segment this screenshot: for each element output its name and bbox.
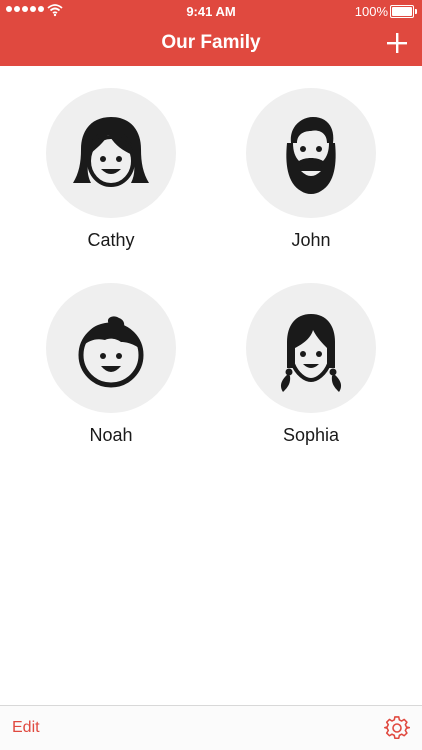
plus-icon — [387, 33, 407, 53]
avatar — [46, 283, 176, 413]
navigation-bar: Our Family — [0, 22, 422, 66]
member-card-noah[interactable]: Noah — [26, 283, 196, 446]
battery-percentage: 100% — [354, 4, 388, 19]
member-name: Noah — [89, 425, 133, 445]
edit-button[interactable]: Edit — [12, 719, 40, 737]
gear-icon — [384, 716, 410, 740]
woman-avatar-icon — [73, 117, 149, 187]
member-card-john[interactable]: John — [226, 88, 396, 251]
avatar — [46, 88, 176, 218]
member-name: Sophia — [282, 425, 340, 445]
add-member-button[interactable] — [384, 30, 410, 56]
member-card-sophia[interactable]: Sophia — [226, 283, 396, 446]
bearded-man-avatar-icon — [286, 117, 336, 194]
avatar — [246, 283, 376, 413]
bottom-toolbar: Edit — [0, 705, 422, 750]
member-card-cathy[interactable]: Cathy — [26, 88, 196, 251]
girl-pigtails-avatar-icon — [280, 314, 342, 392]
status-bar: 9:41 AM 100% — [0, 0, 422, 22]
member-name: John — [291, 230, 331, 250]
boy-avatar-icon — [78, 316, 144, 388]
battery-icon — [390, 5, 417, 18]
avatar — [246, 88, 376, 218]
page-title: Our Family — [161, 32, 261, 53]
member-name: Cathy — [87, 230, 135, 250]
settings-button[interactable] — [384, 715, 410, 741]
